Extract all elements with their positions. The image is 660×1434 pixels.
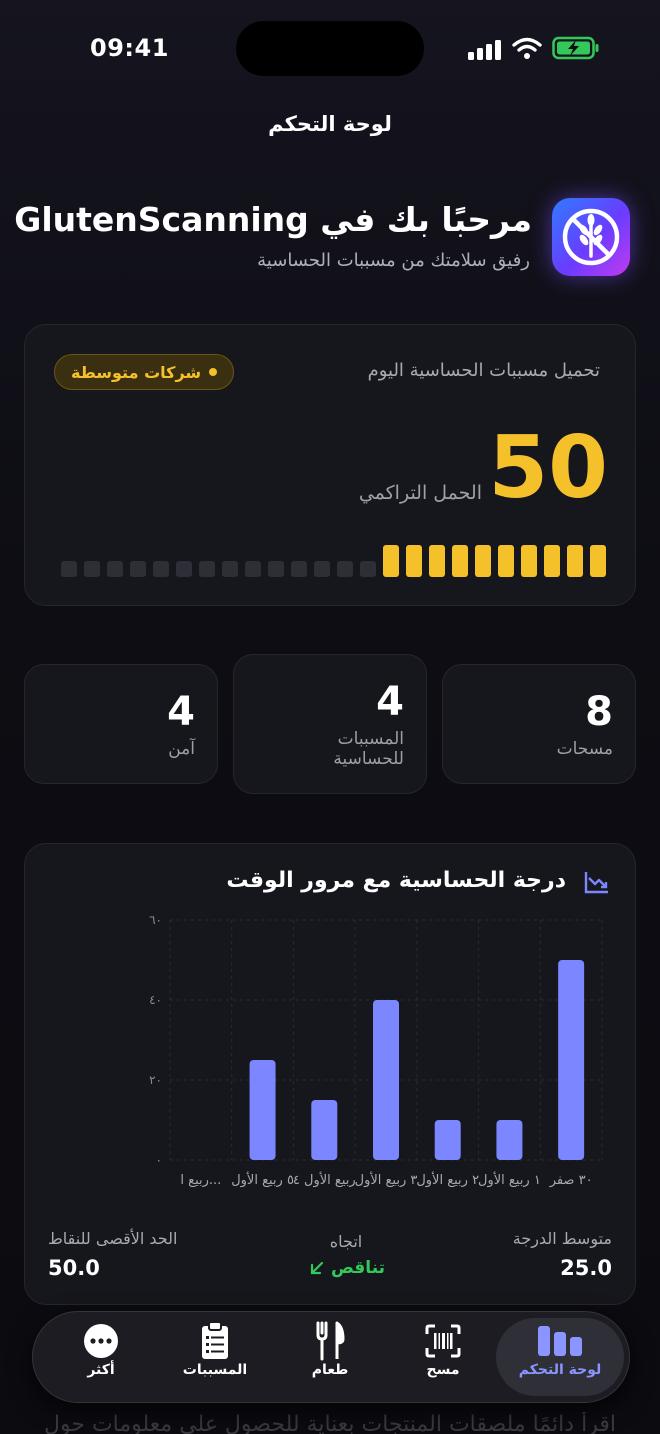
welcome-subtitle: رفيق سلامتك من مسببات الحساسية (257, 250, 530, 271)
chart-bar (496, 1120, 523, 1160)
tab-label: لوحة التحكم (518, 1362, 602, 1378)
load-segment-empty (107, 561, 123, 577)
x-tick-label: ١ ربيع الأول (478, 1171, 541, 1188)
arrow-down-left-icon (310, 1261, 324, 1275)
load-segment-filled (498, 545, 514, 577)
stat-value: 8 (585, 689, 613, 735)
y-tick-label: ٠ (156, 1153, 162, 1167)
dynamic-island (236, 21, 424, 76)
tab-dashboard[interactable]: لوحة التحكم (505, 1320, 615, 1392)
x-tick-label: ٢ ربيع الأول (416, 1171, 479, 1188)
load-segment-empty (199, 561, 215, 577)
chart-bar (311, 1100, 338, 1160)
cellular-signal-icon (468, 38, 502, 60)
tab-more[interactable]: أكثر (46, 1320, 156, 1392)
chart-bar (558, 960, 585, 1160)
max-score-label: الحد الأقصى للنقاط (48, 1229, 178, 1248)
trend-label: اتجاه (329, 1232, 363, 1251)
load-segment-filled (429, 545, 445, 577)
x-tick-label: ربيع الأول ٤ (293, 1171, 356, 1188)
clipboard-icon (202, 1321, 228, 1359)
avg-score-value: 25.0 (560, 1256, 612, 1280)
trend-chart-icon (584, 872, 608, 894)
tab-label: أكثر (87, 1362, 115, 1378)
y-tick-label: ٤٠ (149, 993, 162, 1007)
load-segment-filled (544, 545, 560, 577)
tab-label: مسح (426, 1362, 460, 1378)
stat-label: المسببات للحساسية (333, 729, 404, 769)
stat-card-scans[interactable]: 8 مسحات (442, 664, 636, 784)
chart-bar (249, 1060, 276, 1160)
stat-card-allergens[interactable]: 4 المسببات للحساسية (233, 654, 427, 794)
load-segment-empty (61, 561, 77, 577)
more-icon (84, 1324, 118, 1358)
stat-label: مسحات (556, 739, 613, 759)
load-segment-filled (475, 545, 491, 577)
welcome-heading: مرحبًا بك في GlutenScanning (14, 200, 532, 239)
tab-scan[interactable]: مسح (388, 1320, 498, 1392)
load-segment-empty (84, 561, 100, 577)
status-badge: شركات متوسطة (54, 354, 235, 390)
cumulative-load-label: الحمل التراكمي (358, 482, 482, 504)
status-badge-label: شركات متوسطة (71, 362, 202, 382)
cumulative-load-value: 50 (488, 418, 608, 518)
status-time: 09:41 (90, 34, 169, 62)
chart-title: درجة الحساسية مع مرور الوقت (226, 868, 566, 893)
tab-food[interactable]: طعام (275, 1320, 385, 1392)
load-segment-empty (153, 561, 169, 577)
x-tick-label: ربيع ا... (180, 1173, 221, 1188)
stat-label: آمن (168, 739, 195, 759)
battery-charging-icon (552, 36, 599, 60)
stat-value: 4 (167, 689, 195, 735)
load-card-title: تحميل مسببات الحساسية اليوم (367, 360, 600, 381)
load-segment-empty (130, 561, 146, 577)
load-segment-filled (383, 545, 399, 577)
trend-value: تناقص (330, 1258, 386, 1278)
y-tick-label: ٦٠ (149, 913, 162, 927)
load-segment-empty (222, 561, 238, 577)
load-segment-empty (176, 561, 192, 577)
footer-note: اقرأ دائمًا ملصقات المنتجات بعناية للحصو… (44, 1412, 616, 1434)
load-segment-empty (268, 561, 284, 577)
load-segment-empty (245, 561, 261, 577)
load-segment-filled (590, 545, 606, 577)
status-dot (209, 368, 218, 376)
page-title: لوحة التحكم (268, 112, 392, 136)
fork-knife-icon (316, 1321, 345, 1361)
load-segment-filled (567, 545, 583, 577)
avg-score-label: متوسط الدرجة (512, 1229, 612, 1248)
max-score-value: 50.0 (48, 1256, 100, 1280)
tab-label: طعام (311, 1362, 349, 1378)
stat-card-safe[interactable]: 4 آمن (24, 664, 218, 784)
y-tick-label: ٢٠ (149, 1073, 162, 1087)
load-segment-filled (521, 545, 537, 577)
load-segment-bar (54, 545, 606, 577)
load-segment-empty (314, 561, 330, 577)
load-segment-empty (360, 561, 376, 577)
x-tick-label: ٣ ربيع الأول (355, 1171, 418, 1188)
barcode-scan-icon (425, 1324, 461, 1358)
tab-allergens[interactable]: المسببات (160, 1320, 270, 1392)
load-segment-empty (337, 561, 353, 577)
x-tick-label: ٥ ربيع الأول (231, 1171, 294, 1188)
x-tick-label: ٣٠ صفر (549, 1173, 593, 1188)
wifi-icon (512, 37, 542, 59)
severity-bar-chart: ٠ ٢٠ ٤٠ ٦٠ ٣٠ صفر ١ ربيع الأول٢ ربيع الأول٣ ر… (149, 913, 603, 1188)
trend-indicator: تناقص (302, 1258, 392, 1278)
stat-value: 4 (376, 679, 404, 725)
dashboard-icon (538, 1326, 582, 1356)
app-logo (552, 198, 630, 276)
chart-bar (373, 1000, 399, 1160)
crossed-wheat-icon (562, 208, 620, 266)
load-segment-filled (406, 545, 422, 577)
load-segment-empty (291, 561, 307, 577)
chart-bar (434, 1120, 461, 1160)
load-segment-filled (452, 545, 468, 577)
tab-label: المسببات (182, 1362, 248, 1378)
